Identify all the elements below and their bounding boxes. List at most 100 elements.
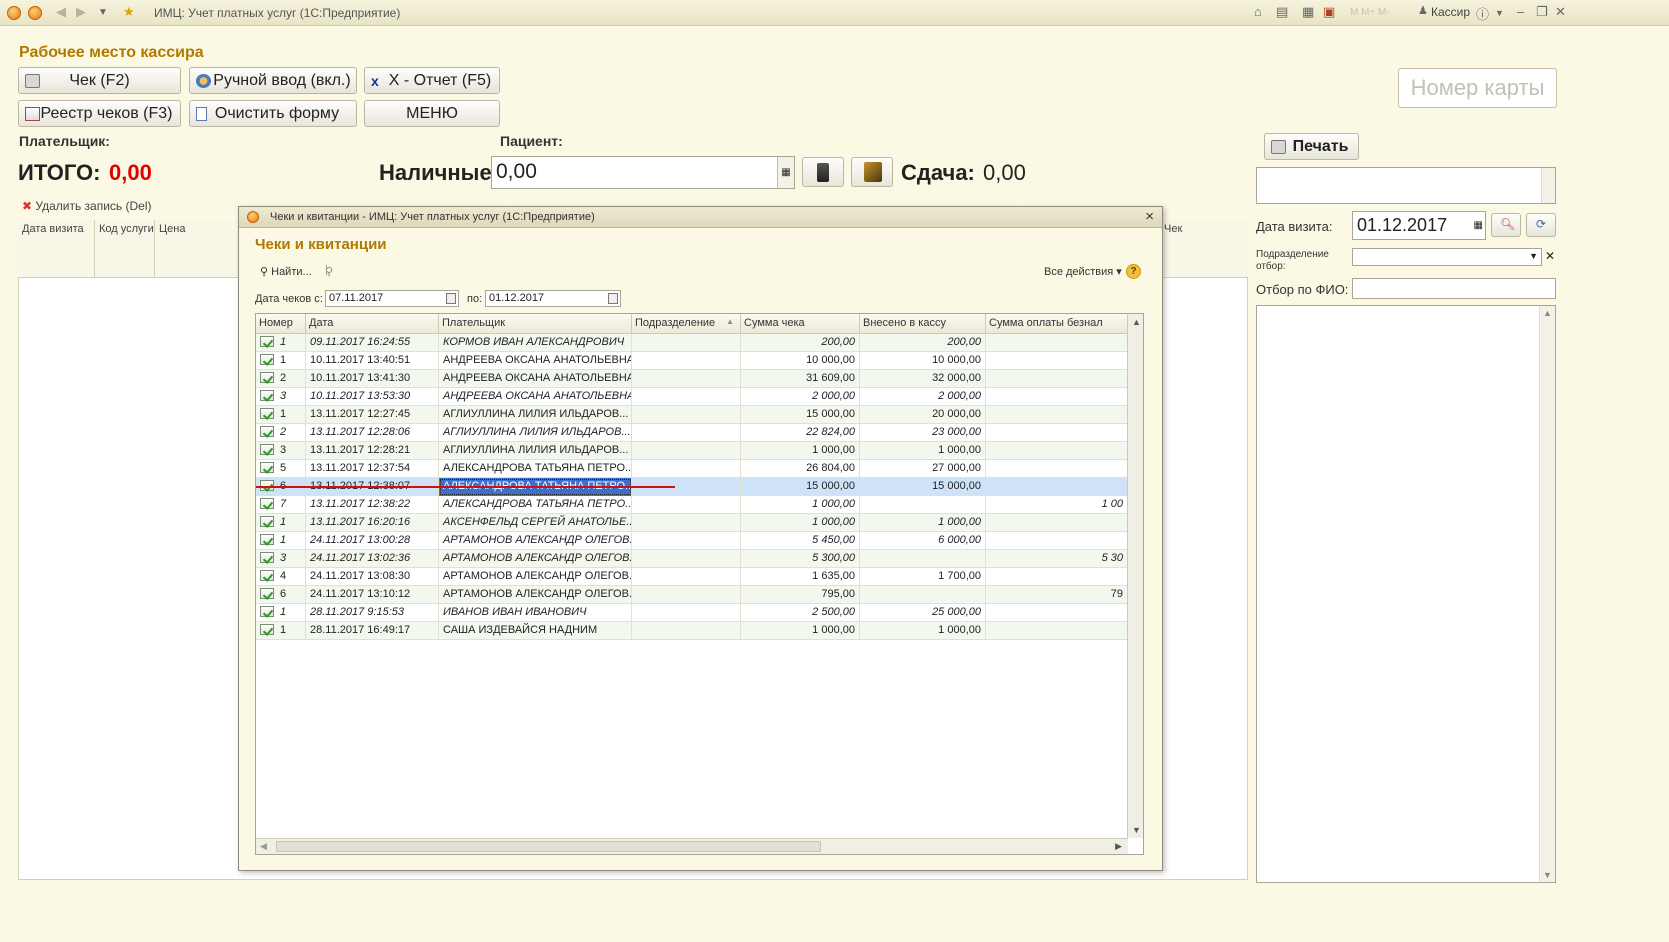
check-button[interactable]: Чек (F2) xyxy=(18,67,181,94)
chevron-down-icon[interactable]: ▼ xyxy=(1529,251,1538,261)
manual-input-button[interactable]: Ручной ввод (вкл.) xyxy=(189,67,357,94)
registry-button[interactable]: Реестр чеков (F3) xyxy=(18,100,181,127)
user-name[interactable]: Кассир xyxy=(1431,5,1470,19)
patients-list[interactable]: ▲ ▼ xyxy=(1256,305,1556,883)
table-row[interactable]: 4 24.11.2017 13:08:30 АРТАМОНОВ АЛЕКСАНДР … xyxy=(256,568,1128,586)
table-header-cell[interactable]: Сумма чека xyxy=(741,314,860,334)
clear-form-button[interactable]: Очистить форму xyxy=(189,100,357,127)
col-check[interactable]: Чек xyxy=(1164,223,1182,235)
cell-text-num: 6 xyxy=(280,588,287,600)
table-row[interactable]: 1 28.11.2017 9:15:53 ИВАНОВ ИВАН ИВАНОВИЧ 2… xyxy=(256,604,1128,622)
visit-date-input[interactable]: 01.12.2017 ▦ xyxy=(1352,211,1486,240)
scroll-down-icon[interactable]: ▼ xyxy=(1543,870,1552,880)
table-row[interactable]: 7 13.11.2017 12:38:22 АЛЕКСАНДРОВА ТАТЬЯНА… xyxy=(256,496,1128,514)
bookmark-icon[interactable]: ⌂ xyxy=(1254,4,1262,19)
table-row[interactable]: 2 10.11.2017 13:41:30 АНДРЕЕВА ОКСАНА АНАТ… xyxy=(256,370,1128,388)
table-cell-num: 1 xyxy=(256,604,306,622)
notes-scrollbar[interactable] xyxy=(1541,168,1555,203)
table-row[interactable]: 1 10.11.2017 13:40:51 АНДРЕЕВА ОКСАНА АНАТ… xyxy=(256,352,1128,370)
search-date-button[interactable]: 🔍︎ xyxy=(1491,213,1521,237)
menu-button[interactable]: МЕНЮ xyxy=(364,100,500,127)
table-row[interactable]: 1 13.11.2017 16:20:16 АКСЕНФЕЛЬД СЕРГЕЙ АН… xyxy=(256,514,1128,532)
help-icon[interactable]: ? xyxy=(1126,264,1141,279)
table-header-cell[interactable]: Внесено в кассу xyxy=(860,314,986,334)
table-cell-num: 1 xyxy=(256,406,306,424)
col-visit-date[interactable]: Дата визита xyxy=(22,223,84,235)
restore-icon[interactable]: ❐ xyxy=(1536,4,1548,20)
card-terminal-button[interactable] xyxy=(802,157,844,187)
table-row[interactable]: 5 13.11.2017 12:37:54 АЛЕКСАНДРОВА ТАТЬЯНА… xyxy=(256,460,1128,478)
cell-text-paid: 25 000,00 xyxy=(932,606,981,618)
receipts-table[interactable]: Номер Дата Плательщик Подразделение ▲ Сумма … xyxy=(255,313,1144,855)
table-row[interactable]: 1 28.11.2017 16:49:17 САША ИЗДЕВАЙСЯ НАДНИ… xyxy=(256,622,1128,640)
calendar-icon[interactable]: ▦ xyxy=(1474,220,1483,231)
calculator-button-icon[interactable]: ▦ xyxy=(777,157,794,188)
calendar-icon[interactable] xyxy=(446,293,456,304)
main-menu-icon[interactable] xyxy=(28,6,42,20)
cash-drawer-button[interactable] xyxy=(851,157,893,187)
table-hscroll[interactable]: ◀ ▶ xyxy=(256,838,1128,854)
date-to-value: 01.12.2017 xyxy=(489,292,545,304)
info-dropdown-icon[interactable]: ▼ xyxy=(1495,8,1504,18)
calendar-icon[interactable]: ▣ xyxy=(1323,4,1335,20)
scroll-left-icon[interactable]: ◀ xyxy=(260,841,267,852)
patients-list-scrollbar[interactable]: ▲ ▼ xyxy=(1539,306,1555,882)
col-service-code[interactable]: Код услуги xyxy=(99,223,154,235)
cash-input[interactable]: 0,00 ▦ xyxy=(491,156,795,189)
refresh-button[interactable]: ⟳ xyxy=(1526,213,1556,237)
scroll-right-icon[interactable]: ▶ xyxy=(1115,841,1122,852)
date-from-input[interactable]: 07.11.2017 xyxy=(325,290,459,307)
x-report-button[interactable]: x X - Отчет (F5) xyxy=(364,67,500,94)
notes-textarea[interactable] xyxy=(1256,167,1556,204)
table-row[interactable]: 1 13.11.2017 12:27:45 АГЛИУЛЛИНА ЛИЛИЯ ИЛЬ… xyxy=(256,406,1128,424)
history-icon[interactable]: ▤ xyxy=(1276,4,1288,20)
modal-title: Чеки и квитанции - ИМЦ: Учет платных усл… xyxy=(270,211,595,223)
scroll-up-icon[interactable]: ▲ xyxy=(1132,317,1141,327)
sort-asc-icon[interactable]: ▲ xyxy=(726,317,734,326)
table-cell-paid: 10 000,00 xyxy=(860,352,986,370)
table-header-cell[interactable]: Сумма оплаты безнал xyxy=(986,314,1128,334)
table-cell-payer: АКСЕНФЕЛЬД СЕРГЕЙ АНАТОЛЬЕ... xyxy=(439,514,632,532)
table-vscroll[interactable]: ▲ ▼ xyxy=(1127,314,1143,838)
table-row[interactable]: 6 24.11.2017 13:10:12 АРТАМОНОВ АЛЕКСАНДР … xyxy=(256,586,1128,604)
print-button[interactable]: Печать xyxy=(1264,133,1359,160)
date-from-value: 07.11.2017 xyxy=(329,292,384,304)
table-header-cell[interactable]: Подразделение ▲ xyxy=(632,314,741,334)
fio-filter-input[interactable] xyxy=(1352,278,1556,299)
dept-filter-select[interactable]: ▼ xyxy=(1352,248,1542,266)
table-header-cell[interactable]: Номер xyxy=(256,314,306,334)
table-header-cell[interactable]: Плательщик xyxy=(439,314,632,334)
card-number-input[interactable]: Номер карты xyxy=(1398,68,1557,108)
table-row[interactable]: 3 10.11.2017 13:53:30 АНДРЕЕВА ОКСАНА АНАТ… xyxy=(256,388,1128,406)
calendar-icon[interactable] xyxy=(608,293,618,304)
hscroll-thumb[interactable] xyxy=(276,841,821,852)
table-header-cell[interactable]: Дата xyxy=(306,314,439,334)
back-arrow-icon[interactable]: ◀ xyxy=(56,4,66,20)
info-icon[interactable]: ⓘ xyxy=(1476,4,1489,23)
posted-check-icon xyxy=(260,606,274,617)
table-row[interactable]: 1 09.11.2017 16:24:55 КОРМОВ ИВАН АЛЕКСАНД… xyxy=(256,334,1128,352)
history-dropdown-icon[interactable]: ▼ xyxy=(98,7,108,18)
cell-text-sum: 1 000,00 xyxy=(812,624,855,636)
clear-filter-icon[interactable]: ✕ xyxy=(1545,249,1555,263)
forward-arrow-icon[interactable]: ▶ xyxy=(76,4,86,20)
modal-close-icon[interactable]: × xyxy=(1145,208,1154,225)
table-row[interactable]: 1 24.11.2017 13:00:28 АРТАМОНОВ АЛЕКСАНДР … xyxy=(256,532,1128,550)
favorites-star-icon[interactable]: ★ xyxy=(123,4,135,20)
calculator-icon[interactable]: ▦ xyxy=(1302,4,1314,20)
table-row[interactable]: 2 13.11.2017 12:28:06 АГЛИУЛЛИНА ЛИЛИЯ ИЛЬ… xyxy=(256,424,1128,442)
find-button[interactable]: ⚲ Найти... xyxy=(260,265,312,278)
table-row[interactable]: 3 24.11.2017 13:02:36 АРТАМОНОВ АЛЕКСАНДР … xyxy=(256,550,1128,568)
close-icon[interactable]: ✕ xyxy=(1555,4,1566,20)
table-row[interactable]: 3 13.11.2017 12:28:21 АГЛИУЛЛИНА ЛИЛИЯ ИЛЬ… xyxy=(256,442,1128,460)
scroll-up-icon[interactable]: ▲ xyxy=(1543,308,1552,318)
minimize-icon[interactable]: – xyxy=(1517,4,1524,19)
1c-logo-icon[interactable] xyxy=(7,6,21,20)
col-price[interactable]: Цена xyxy=(159,223,185,235)
table-cell-card xyxy=(986,370,1128,388)
date-to-input[interactable]: 01.12.2017 xyxy=(485,290,621,307)
all-actions-menu[interactable]: Все действия ▾ xyxy=(1044,265,1122,278)
delete-row-link[interactable]: ✖ Удалить запись (Del) xyxy=(22,199,152,213)
cancel-search-icon[interactable]: ⚲ xyxy=(325,265,333,278)
scroll-down-icon[interactable]: ▼ xyxy=(1132,825,1141,835)
